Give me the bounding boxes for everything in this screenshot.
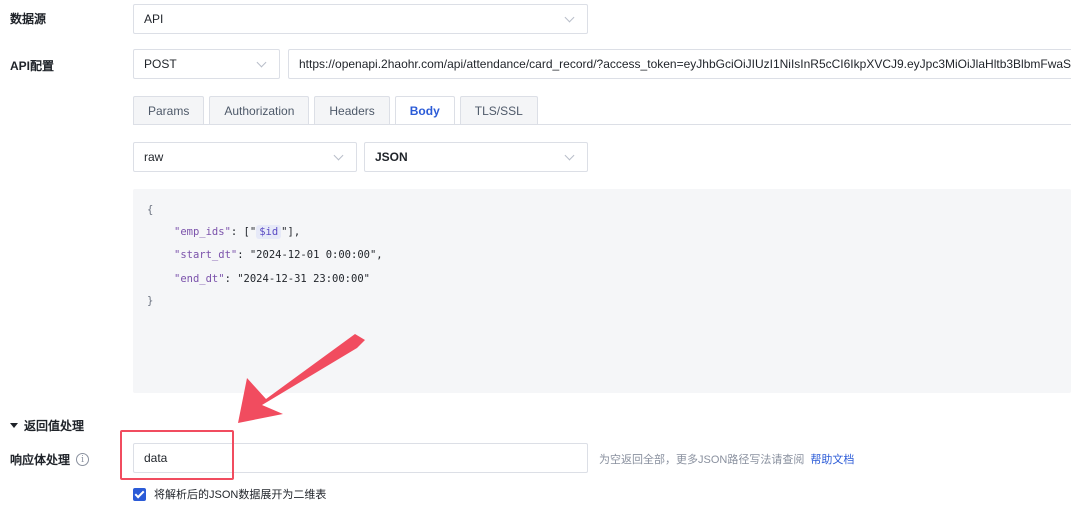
response-label-row: 响应体处理 i <box>10 451 90 468</box>
datasource-label: 数据源 <box>10 12 47 26</box>
variable-chip[interactable]: $id <box>256 225 282 239</box>
url-value: https://openapi.2haohr.com/api/attendanc… <box>299 57 1071 71</box>
code-key-start-dt: "start_dt" <box>174 249 238 261</box>
caret-down-icon <box>10 423 18 428</box>
flatten-option[interactable]: 将解析后的JSON数据展开为二维表 <box>133 486 326 502</box>
tab-params[interactable]: Params <box>133 96 205 124</box>
datasource-select[interactable]: API <box>133 4 588 34</box>
chevron-down-icon <box>564 12 575 22</box>
response-hint-text: 为空返回全部，更多JSON路径写法请查阅 <box>599 454 805 466</box>
code-line-start-dt: "start_dt": "2024-12-01 0:00:00", <box>174 249 383 261</box>
code-open-brace: { <box>147 204 154 216</box>
code-line-emp-ids: "emp_ids": [" $id "], <box>174 225 301 239</box>
return-section-toggle[interactable]: 返回值处理 <box>10 417 84 434</box>
body-mode-select[interactable]: raw <box>133 142 357 172</box>
tab-tls-ssl[interactable]: TLS/SSL <box>459 96 538 124</box>
chevron-down-icon <box>333 150 344 160</box>
body-format-value: JSON <box>375 150 408 164</box>
method-select[interactable]: POST <box>133 49 280 79</box>
code-val-end-dt: : "2024-12-31 23:00:00" <box>224 273 370 285</box>
flatten-checkbox[interactable] <box>133 487 146 501</box>
code-emp-ids-close: "], <box>281 226 301 238</box>
body-format-select[interactable]: JSON <box>364 142 588 172</box>
datasource-value: API <box>144 12 164 26</box>
body-code-editor[interactable]: { "emp_ids": [" $id "], "start_dt": "2024-… <box>133 189 1071 393</box>
chevron-down-icon <box>564 150 575 160</box>
tab-headers[interactable]: Headers <box>314 96 390 124</box>
body-mode-value: raw <box>144 150 164 164</box>
response-hint: 为空返回全部，更多JSON路径写法请查阅 帮助文档 <box>599 451 854 467</box>
return-section-title: 返回值处理 <box>24 419 85 433</box>
chevron-down-icon <box>256 57 267 67</box>
highlight-box <box>120 430 234 480</box>
url-input[interactable]: https://openapi.2haohr.com/api/attendanc… <box>288 49 1071 79</box>
tab-divider <box>133 124 1071 125</box>
tab-body[interactable]: Body <box>394 96 455 124</box>
flatten-checkbox-label: 将解析后的JSON数据展开为二维表 <box>154 489 327 501</box>
code-key-end-dt: "end_dt" <box>174 273 225 285</box>
response-label: 响应体处理 <box>10 453 71 467</box>
info-icon[interactable]: i <box>76 453 90 466</box>
code-close-brace: } <box>147 295 154 307</box>
code-key-emp-ids: "emp_ids" <box>174 226 231 238</box>
method-value: POST <box>144 57 177 71</box>
code-line-end-dt: "end_dt": "2024-12-31 23:00:00" <box>174 273 370 285</box>
api-config-label: API配置 <box>10 59 55 73</box>
request-tabs: Params Authorization Headers Body TLS/SS… <box>133 96 538 124</box>
code-val-start-dt: : "2024-12-01 0:00:00", <box>237 249 383 261</box>
help-doc-link[interactable]: 帮助文档 <box>810 454 854 466</box>
code-emp-ids-open: : [" <box>230 226 257 238</box>
tab-authorization[interactable]: Authorization <box>209 96 310 124</box>
